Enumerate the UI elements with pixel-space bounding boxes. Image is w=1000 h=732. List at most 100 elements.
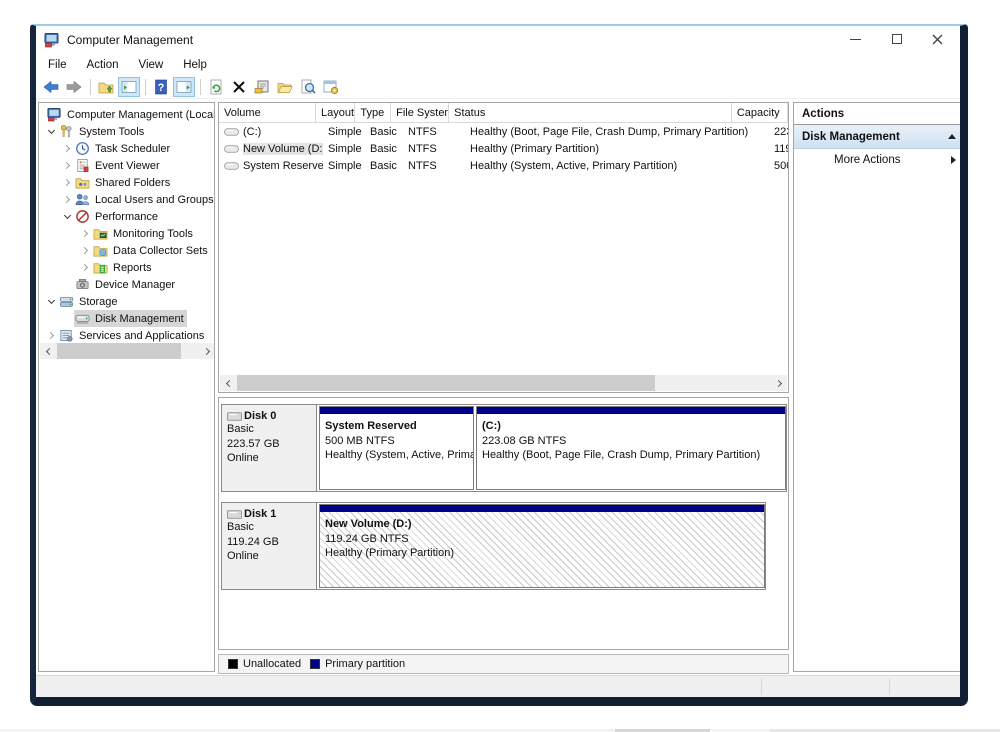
partition-system-reserved[interactable]: System Reserved 500 MB NTFS Healthy (Sys… <box>319 406 474 490</box>
chevron-right-icon[interactable] <box>61 197 74 202</box>
volume-row-d[interactable]: New Volume (D:) Simple Basic NTFS Health… <box>219 140 788 157</box>
tree-item-system-tools[interactable]: System Tools <box>39 123 214 140</box>
tree-item-local-users-and-groups[interactable]: Local Users and Groups <box>39 191 214 208</box>
column-header-type[interactable]: Type <box>355 103 391 122</box>
column-header-volume[interactable]: Volume <box>219 103 316 122</box>
volume-name: New Volume (D:) <box>243 143 323 155</box>
show-action-pane-button[interactable] <box>173 77 195 97</box>
actions-group-disk-management[interactable]: Disk Management <box>794 125 960 149</box>
chevron-right-icon[interactable] <box>61 146 74 151</box>
menu-view[interactable]: View <box>129 56 174 74</box>
chevron-down-icon[interactable] <box>61 215 74 218</box>
partition-name: System Reserved <box>325 419 473 434</box>
search-button[interactable] <box>297 77 319 97</box>
tree-item-reports[interactable]: Reports <box>39 259 214 276</box>
scroll-left-button[interactable] <box>40 343 56 359</box>
disk-1-label[interactable]: Disk 1 Basic 119.24 GB Online <box>222 503 317 589</box>
chevron-down-icon[interactable] <box>45 300 58 303</box>
tree-item-services-and-applications[interactable]: Services and Applications <box>39 327 214 344</box>
menu-file[interactable]: File <box>38 56 77 74</box>
scrollbar-thumb[interactable] <box>57 343 181 359</box>
help-button[interactable]: ? <box>150 77 172 97</box>
task-scheduler-icon <box>75 141 90 156</box>
delete-button[interactable] <box>228 77 250 97</box>
menu-bar: File Action View Help <box>36 54 960 76</box>
disk-type: Basic <box>227 422 316 437</box>
chevron-right-icon[interactable] <box>79 265 92 270</box>
menu-action[interactable]: Action <box>77 56 129 74</box>
close-button[interactable] <box>920 26 954 52</box>
tree-item-data-collector-sets[interactable]: Data Collector Sets <box>39 242 214 259</box>
volume-status: Healthy (Boot, Page File, Crash Dump, Pr… <box>465 126 769 138</box>
legend-bar: Unallocated Primary partition <box>218 654 789 674</box>
manage-console-button[interactable] <box>320 77 342 97</box>
partition-new-volume-d[interactable]: New Volume (D:) 119.24 GB NTFS Healthy (… <box>319 504 765 588</box>
title-bar[interactable]: Computer Management <box>36 26 960 54</box>
tree-item-performance[interactable]: Performance <box>39 208 214 225</box>
scroll-right-icon <box>202 347 209 354</box>
tree-item-label: Computer Management (Local) <box>67 109 215 121</box>
help-icon: ? <box>153 79 169 95</box>
tree-item-device-manager[interactable]: Device Manager <box>39 276 214 293</box>
status-separator <box>889 678 890 695</box>
tree-item-label: Shared Folders <box>95 177 170 189</box>
chevron-right-icon[interactable] <box>61 180 74 185</box>
scroll-right-button[interactable] <box>771 375 787 391</box>
maximize-button[interactable] <box>880 26 914 52</box>
chevron-right-icon[interactable] <box>79 231 92 236</box>
tree-item-shared-folders[interactable]: Shared Folders <box>39 174 214 191</box>
forward-button[interactable] <box>63 77 85 97</box>
scroll-right-button[interactable] <box>199 343 215 359</box>
column-header-capacity[interactable]: Capacity <box>732 103 788 122</box>
tree-item-monitoring-tools[interactable]: Monitoring Tools <box>39 225 214 242</box>
tree-item-disk-management[interactable]: Disk Management <box>39 310 214 327</box>
refresh-button[interactable] <box>205 77 227 97</box>
disk-type: Basic <box>227 520 316 535</box>
more-actions-item[interactable]: More Actions <box>794 149 960 171</box>
tree-item-label: Event Viewer <box>95 160 160 172</box>
drive-icon <box>224 160 239 172</box>
toolbar-separator <box>200 79 201 95</box>
open-button[interactable] <box>274 77 296 97</box>
scroll-left-icon <box>225 379 232 386</box>
chevron-right-icon[interactable] <box>61 163 74 168</box>
disk-state: Online <box>227 549 316 564</box>
scroll-left-button[interactable] <box>220 375 236 391</box>
partition-color-bar <box>477 407 785 414</box>
scrollbar-thumb[interactable] <box>237 375 655 391</box>
tree-item-event-viewer[interactable]: Event Viewer <box>39 157 214 174</box>
back-button[interactable] <box>40 77 62 97</box>
search-icon <box>300 79 316 95</box>
menu-help[interactable]: Help <box>173 56 217 74</box>
up-one-level-button[interactable] <box>95 77 117 97</box>
volume-status: Healthy (System, Active, Primary Partiti… <box>465 160 769 172</box>
performance-icon <box>75 209 90 224</box>
column-header-layout[interactable]: Layout <box>316 103 355 122</box>
volume-list-horizontal-scrollbar[interactable] <box>220 375 787 391</box>
volume-type: Basic <box>365 126 403 138</box>
volume-row-c[interactable]: (C:) Simple Basic NTFS Healthy (Boot, Pa… <box>219 123 788 140</box>
tree-item-task-scheduler[interactable]: Task Scheduler <box>39 140 214 157</box>
toolbar-separator <box>90 79 91 95</box>
partition-color-bar <box>320 505 764 512</box>
drive-icon <box>224 126 239 138</box>
reports-icon <box>93 260 108 275</box>
properties-button[interactable] <box>251 77 273 97</box>
minimize-button[interactable] <box>838 26 872 52</box>
volume-row-system-reserved[interactable]: System Reserved Simple Basic NTFS Health… <box>219 157 788 174</box>
tree-item-storage[interactable]: Storage <box>39 293 214 310</box>
column-header-status[interactable]: Status <box>449 103 732 122</box>
show-console-tree-button[interactable] <box>118 77 140 97</box>
disk-0-label[interactable]: Disk 0 Basic 223.57 GB Online <box>222 405 317 491</box>
tree-horizontal-scrollbar[interactable] <box>40 343 215 359</box>
status-separator <box>761 678 762 695</box>
collapse-up-icon[interactable] <box>948 134 956 139</box>
chevron-right-icon[interactable] <box>45 333 58 338</box>
partition-c[interactable]: (C:) 223.08 GB NTFS Healthy (Boot, Page … <box>476 406 786 490</box>
chevron-right-icon[interactable] <box>79 248 92 253</box>
tree-item-computer-management[interactable]: Computer Management (Local) <box>39 106 214 123</box>
disk-graphical-view-pane: Disk 0 Basic 223.57 GB Online System Res… <box>218 397 789 650</box>
column-header-file-system[interactable]: File System <box>391 103 449 122</box>
chevron-down-icon[interactable] <box>45 130 58 133</box>
disk-name: Disk 1 <box>244 508 276 520</box>
